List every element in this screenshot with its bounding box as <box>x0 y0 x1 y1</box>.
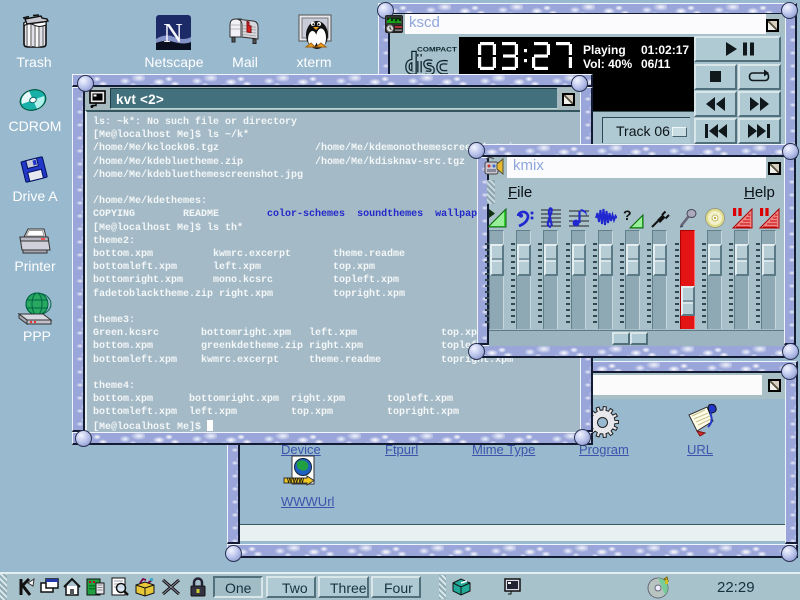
svg-text:?: ? <box>623 207 632 223</box>
svg-text:N: N <box>163 18 183 48</box>
svg-text:WWW: WWW <box>287 479 304 485</box>
